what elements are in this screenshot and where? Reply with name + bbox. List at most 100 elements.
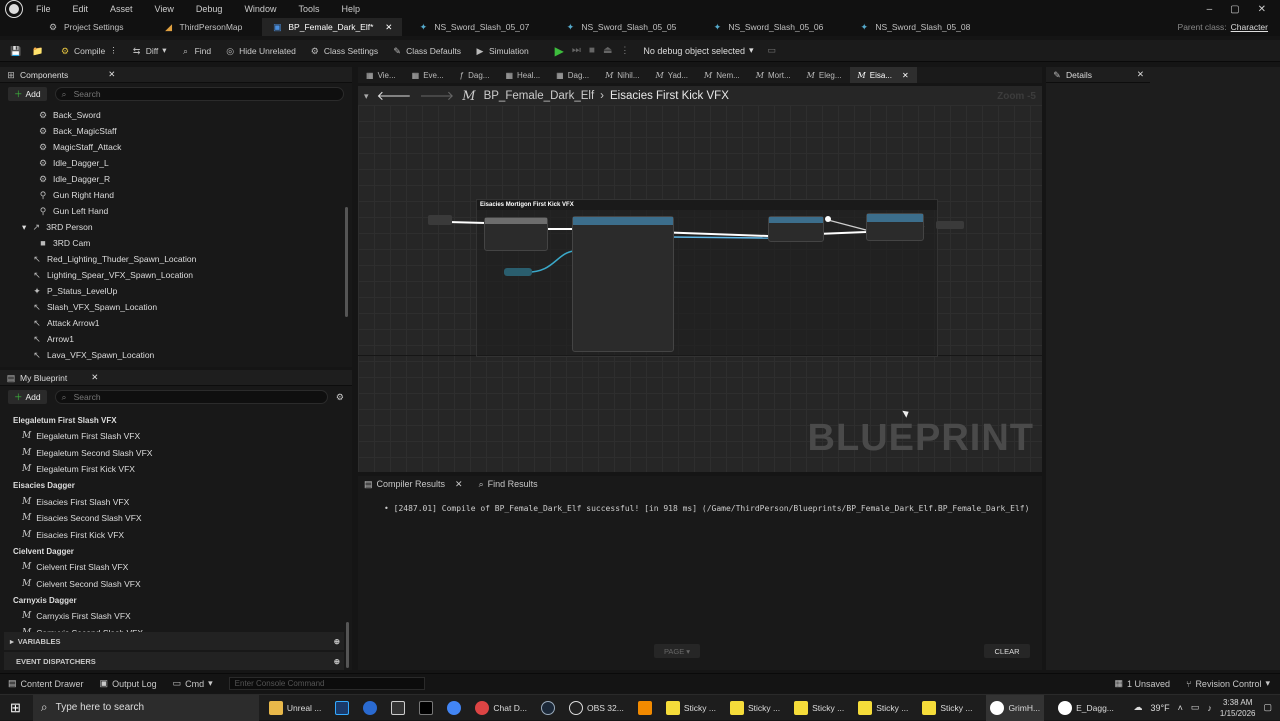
graph-canvas[interactable]: Eisacies Mortigon First Kick VFX BLUEPRI…: [358, 105, 1042, 472]
close-panel-icon[interactable]: ✕: [1137, 69, 1144, 80]
output-node[interactable]: [936, 221, 964, 229]
bookmark-icon[interactable]: ▾: [364, 91, 369, 102]
variable-node[interactable]: [504, 268, 532, 276]
function-item[interactable]: M Cielvent First Slash VFX: [0, 559, 352, 576]
graph-tab[interactable]: M Eleg...: [799, 67, 850, 83]
event-dispatchers-section[interactable]: EVENT DISPATCHERS ⊕: [4, 652, 344, 670]
simulation-button[interactable]: ▶ Simulation: [475, 46, 529, 56]
unreal-logo-icon[interactable]: [6, 1, 22, 17]
step-icon[interactable]: ⏭: [572, 45, 581, 56]
graph-tab[interactable]: M Nem...: [696, 67, 748, 83]
play-icon[interactable]: ▶: [555, 44, 564, 58]
tree-item[interactable]: ▾ ↗ 3RD Person: [0, 219, 352, 235]
reroute-node[interactable]: [825, 216, 831, 222]
add-component-button[interactable]: ＋ Add: [8, 87, 47, 101]
add-variable-icon[interactable]: ⊕: [334, 637, 340, 646]
clock[interactable]: 3:38 AM 1/15/2026: [1220, 697, 1256, 719]
notification-icon[interactable]: ▢: [1263, 702, 1272, 713]
graph-tab[interactable]: M Mort...: [748, 67, 799, 83]
taskbar-app-chrome[interactable]: [447, 700, 462, 715]
tree-item[interactable]: ⚙ Back_Sword: [0, 107, 352, 123]
windows-start-icon[interactable]: ⊞: [10, 700, 21, 716]
tree-item[interactable]: ⚙ Back_MagicStaff: [0, 123, 352, 139]
spawn-system-node[interactable]: [572, 216, 674, 352]
graph-tab-active[interactable]: M Eisa... ✕: [849, 67, 917, 83]
function-item[interactable]: M Eisacies First Slash VFX: [0, 494, 352, 511]
page-button[interactable]: PAGE ▾: [654, 644, 700, 658]
tab-compiler-results[interactable]: ▤ Compiler Results ✕: [364, 479, 463, 490]
tree-item[interactable]: ⚲ Gun Left Hand: [0, 203, 352, 219]
variables-section[interactable]: ▸ VARIABLES ⊕: [4, 632, 344, 650]
close-panel-icon[interactable]: ✕: [108, 69, 115, 80]
stop-icon[interactable]: ■: [589, 45, 595, 56]
tree-item[interactable]: ↖ Slash_VFX_Spawn_Location: [0, 299, 352, 315]
taskbar-app-unreal[interactable]: GrimH...: [986, 694, 1045, 721]
unsaved-button[interactable]: ▦ 1 Unsaved: [1114, 678, 1170, 689]
taskbar-app-vlc[interactable]: [637, 700, 652, 715]
taskbar-app-sticky[interactable]: Sticky ...: [665, 700, 716, 715]
components-scrollbar[interactable]: [345, 207, 348, 317]
expand-arrow-icon[interactable]: ▾: [22, 222, 26, 233]
console-command-input[interactable]: Enter Console Command: [228, 677, 425, 690]
tree-item[interactable]: ⚲ Gun Right Hand: [0, 187, 352, 203]
debug-object-dropdown[interactable]: No debug object selected ▾: [643, 45, 753, 56]
graph-tab[interactable]: M Yad...: [648, 67, 697, 83]
menu-view[interactable]: View: [155, 4, 174, 14]
parent-class-link[interactable]: Character: [1231, 22, 1268, 32]
add-dispatcher-icon[interactable]: ⊕: [334, 657, 340, 666]
tab-ns-sword-slash-05-08[interactable]: ✦ NS_Sword_Slash_05_08: [849, 18, 980, 36]
taskbar-app-sticky[interactable]: Sticky ...: [922, 700, 972, 715]
category-header[interactable]: Elegaletum First Slash VFX: [0, 412, 352, 428]
tab-find-results[interactable]: ⌕ Find Results: [479, 479, 538, 490]
close-tab-icon[interactable]: ✕: [385, 22, 392, 33]
menu-tools[interactable]: Tools: [298, 4, 319, 14]
taskbar-app-unreal-2[interactable]: E_Dagg...: [1058, 700, 1114, 715]
tree-item[interactable]: ↖ Lighting_Spear_VFX_Spawn_Location: [0, 267, 352, 283]
tab-ns-sword-slash-05-06[interactable]: ✦ NS_Sword_Slash_05_06: [702, 18, 833, 36]
diff-button[interactable]: ⇆ Diff ▾: [132, 45, 167, 56]
function-item[interactable]: M Elegaletum First Slash VFX: [0, 428, 352, 445]
tree-item[interactable]: ■ 3RD Cam: [0, 235, 352, 251]
maximize-icon[interactable]: ▢: [1230, 4, 1239, 15]
browse-icon[interactable]: 📁: [32, 46, 43, 56]
network-icon[interactable]: ▭: [1191, 702, 1200, 713]
blueprint-node[interactable]: [484, 217, 548, 251]
graph-tab[interactable]: ▦ Dag...: [548, 67, 597, 83]
tree-item[interactable]: ✦ P_Status_LevelUp: [0, 283, 352, 299]
taskbar-app-epic[interactable]: [391, 700, 406, 715]
revision-control-button[interactable]: ⑂ Revision Control ▾: [1186, 678, 1270, 689]
close-panel-icon[interactable]: ✕: [91, 372, 98, 383]
my-blueprint-search-input[interactable]: ⌕ Search: [54, 390, 328, 404]
more-icon[interactable]: ⋮: [109, 45, 118, 56]
close-tab-icon[interactable]: ✕: [902, 71, 909, 80]
menu-asset[interactable]: Asset: [110, 4, 133, 14]
components-search-input[interactable]: ⌕ Search: [54, 87, 344, 101]
category-header[interactable]: Carnyxis Dagger: [0, 592, 352, 608]
cmd-dropdown[interactable]: ▭ Cmd ▾: [173, 678, 213, 689]
blueprint-node[interactable]: [768, 216, 824, 242]
tab-project-settings[interactable]: ⚙ Project Settings: [0, 18, 134, 36]
class-settings-button[interactable]: ⚙ Class Settings: [310, 46, 378, 56]
tree-item[interactable]: ↖ Arrow1: [0, 331, 352, 347]
close-window-icon[interactable]: ✕: [1258, 4, 1266, 15]
eject-icon[interactable]: ⏏: [603, 45, 612, 56]
menu-debug[interactable]: Debug: [196, 4, 223, 14]
graph-tab[interactable]: ▦ Eve...: [404, 67, 452, 83]
input-node[interactable]: [428, 215, 452, 225]
output-log-button[interactable]: ▣ Output Log: [100, 678, 157, 689]
debug-filter-icon[interactable]: ▭: [768, 45, 777, 56]
play-options-icon[interactable]: ⋮: [620, 45, 629, 56]
class-defaults-button[interactable]: ✎ Class Defaults: [392, 46, 461, 56]
save-icon[interactable]: 💾: [10, 46, 21, 56]
close-tab-icon[interactable]: ✕: [455, 479, 463, 490]
forward-arrow-icon[interactable]: 🡒: [419, 88, 454, 104]
menu-window[interactable]: Window: [244, 4, 276, 14]
category-header[interactable]: Cielvent Dagger: [0, 543, 352, 559]
function-item[interactable]: M Cielvent Second Slash VFX: [0, 576, 352, 593]
hide-unrelated-button[interactable]: ◎ Hide Unrelated: [225, 46, 296, 56]
blueprint-node[interactable]: [866, 213, 924, 241]
taskbar-search-input[interactable]: ⌕ Type here to search: [32, 694, 259, 721]
taskbar-app-photoshop[interactable]: [335, 700, 350, 715]
menu-edit[interactable]: Edit: [73, 4, 89, 14]
function-item[interactable]: M Eisacies Second Slash VFX: [0, 510, 352, 527]
